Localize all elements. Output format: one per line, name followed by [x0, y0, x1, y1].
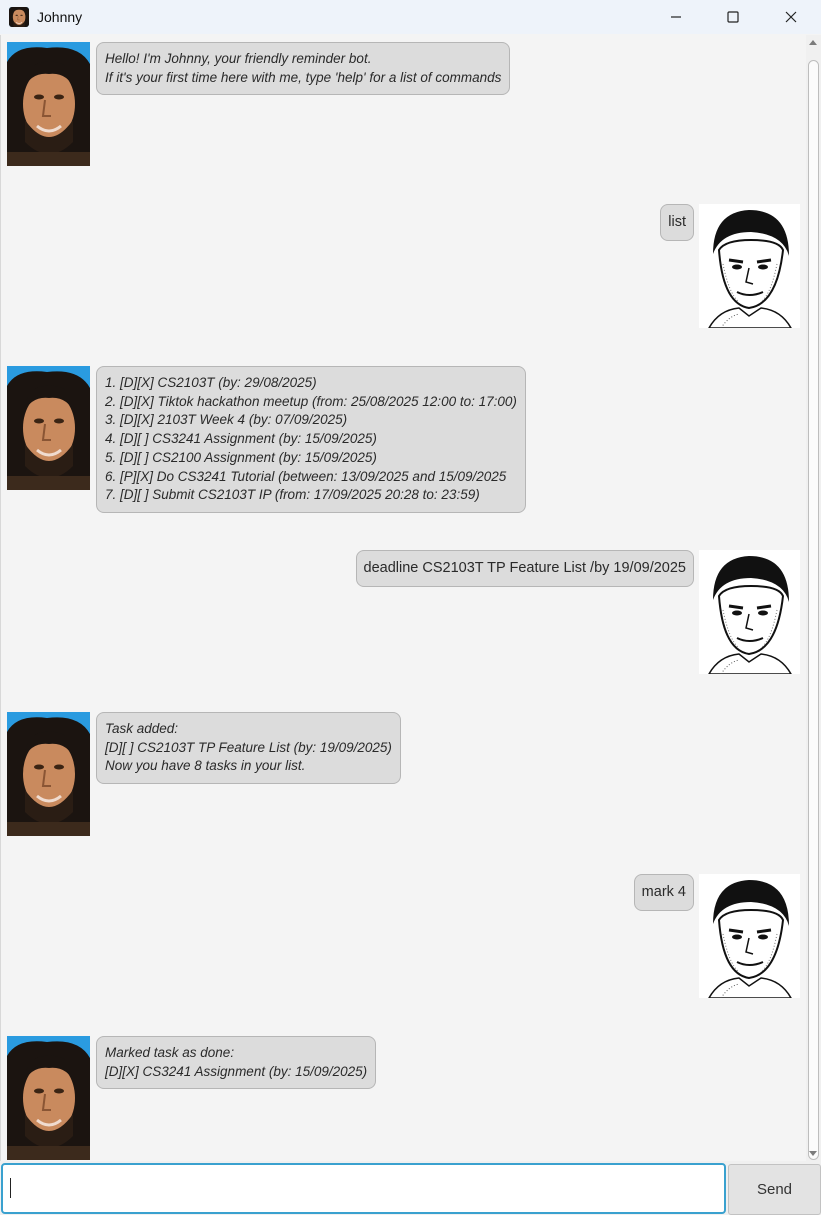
message-input[interactable]: [1, 1163, 726, 1214]
vertical-scrollbar[interactable]: [806, 35, 821, 1161]
input-bar: Send: [0, 1161, 821, 1215]
bot-bubble: Task added: [D][ ] CS2103T TP Feature Li…: [96, 712, 401, 785]
bot-bubble: 1. [D][X] CS2103T (by: 29/08/2025) 2. [D…: [96, 366, 526, 513]
send-button[interactable]: Send: [728, 1164, 821, 1215]
message-line: 3. [D][X] 2103T Week 4 (by: 07/09/2025): [105, 412, 348, 428]
bot-avatar: [7, 366, 90, 490]
message-line: [D][ ] CS2103T TP Feature List (by: 19/0…: [105, 739, 392, 755]
user-avatar: [699, 874, 800, 998]
user-bubble: list: [660, 204, 694, 241]
bot-avatar: [7, 712, 90, 836]
message-line: 4. [D][ ] CS3241 Assignment (by: 15/09/2…: [105, 431, 377, 447]
chat-scroll-pane[interactable]: Hello! I'm Johnny, your friendly reminde…: [0, 35, 806, 1161]
message-line: [D][X] CS3241 Assignment (by: 15/09/2025…: [105, 1063, 368, 1079]
user-bubble: deadline CS2103T TP Feature List /by 19/…: [355, 550, 694, 587]
minimize-icon: [671, 16, 681, 18]
bot-avatar: [7, 42, 90, 166]
message-line: 1. [D][X] CS2103T (by: 29/08/2025): [105, 375, 317, 390]
maximize-button[interactable]: [704, 0, 762, 34]
message-line: Hello! I'm Johnny, your friendly reminde…: [105, 51, 372, 66]
message-line: Marked task as done:: [105, 1045, 235, 1060]
minimize-button[interactable]: [647, 0, 705, 34]
maximize-icon: [727, 11, 739, 23]
message-line: If it's your first time here with me, ty…: [105, 69, 502, 85]
message-line: 7. [D][ ] Submit CS2103T IP (from: 17/09…: [105, 487, 480, 503]
close-button[interactable]: [762, 0, 820, 34]
window-title: Johnny: [37, 9, 83, 25]
message-line: 6. [P][X] Do CS3241 Tutorial (between: 1…: [105, 468, 507, 484]
message-line: 2. [D][X] Tiktok hackathon meetup (from:…: [105, 393, 517, 409]
scroll-up-icon[interactable]: [809, 40, 817, 45]
scrollbar-thumb[interactable]: [808, 60, 819, 1160]
user-avatar: [699, 550, 800, 674]
user-avatar: [699, 204, 800, 328]
bot-bubble: Hello! I'm Johnny, your friendly reminde…: [96, 42, 511, 96]
scroll-down-icon[interactable]: [809, 1151, 817, 1156]
close-icon: [785, 11, 797, 23]
message-line: Now you have 8 tasks in your list.: [105, 758, 306, 774]
app-avatar-icon: [9, 7, 29, 27]
bot-avatar: [7, 1036, 90, 1160]
message-line: Task added:: [105, 721, 179, 736]
bot-bubble: Marked task as done: [D][X] CS3241 Assig…: [96, 1036, 377, 1090]
text-caret: [10, 1178, 11, 1198]
message-line: 5. [D][ ] CS2100 Assignment (by: 15/09/2…: [105, 449, 377, 465]
user-bubble: mark 4: [633, 874, 694, 911]
title-bar[interactable]: Johnny: [0, 0, 821, 34]
